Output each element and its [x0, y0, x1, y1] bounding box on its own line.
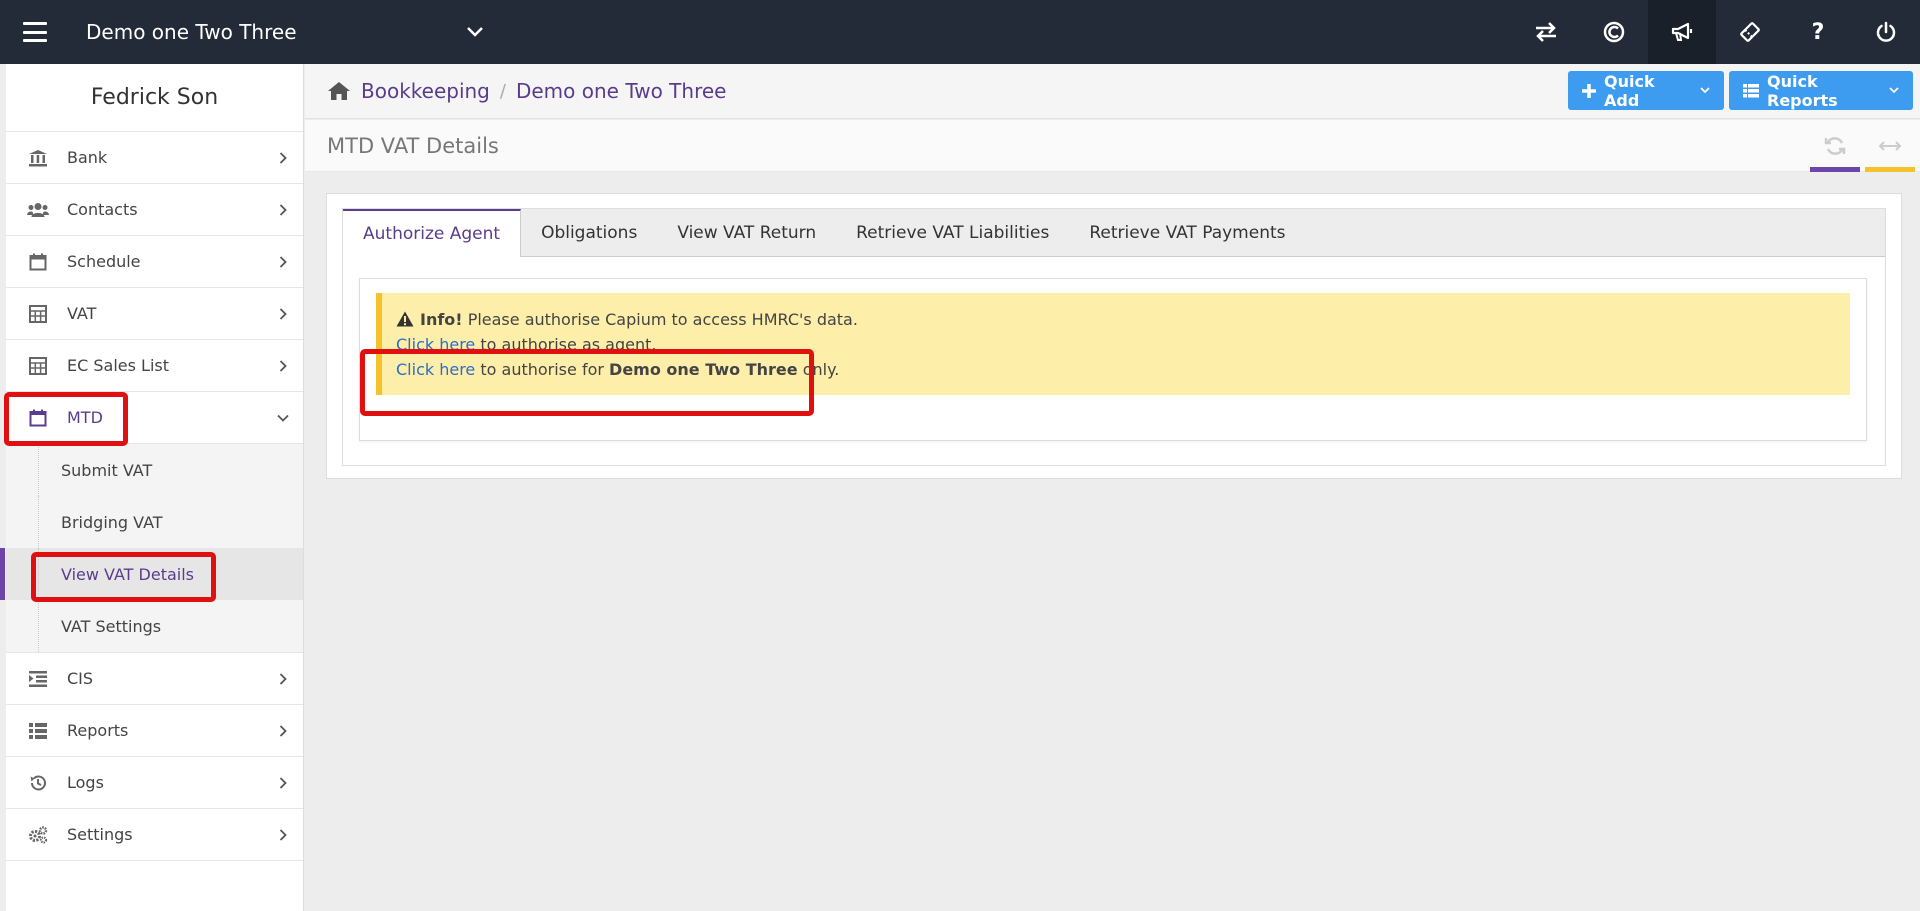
- page-header: MTD VAT Details: [305, 120, 1920, 172]
- quick-add-label: Quick Add: [1604, 71, 1655, 110]
- sidebar-item-schedule[interactable]: Schedule: [6, 236, 303, 288]
- ticket-icon[interactable]: [1716, 0, 1784, 64]
- sidebar: Fedrick Son Bank Contacts Schedule VAT E…: [0, 64, 304, 911]
- info-alert: Info! Please authorise Capium to access …: [376, 293, 1850, 395]
- company-name: Demo one Two Three: [86, 20, 297, 44]
- plus-icon: [1582, 79, 1596, 103]
- sidebar-item-label: CIS: [67, 669, 94, 688]
- chevron-down-icon: [1889, 87, 1899, 94]
- breadcrumb: Bookkeeping / Demo one Two Three Quick A…: [305, 64, 1920, 119]
- chevron-down-icon: [460, 27, 490, 37]
- alert-line-2: Click here to authorise as agent.: [396, 332, 1834, 357]
- authorize-card: Info! Please authorise Capium to access …: [359, 278, 1867, 441]
- chevron-right-icon: [263, 724, 303, 737]
- sidebar-item-settings[interactable]: Settings: [6, 809, 303, 861]
- calendar-icon: [26, 408, 50, 428]
- alert-line-3-suffix: only.: [802, 360, 840, 379]
- tab-bar: Authorize Agent Obligations View VAT Ret…: [343, 209, 1885, 257]
- sidebar-item-label: MTD: [67, 408, 103, 427]
- calculator-icon: [26, 304, 50, 324]
- chevron-right-icon: [263, 307, 303, 320]
- tab-content: Info! Please authorise Capium to access …: [343, 257, 1885, 441]
- alert-message: Please authorise Capium to access HMRC's…: [467, 310, 858, 329]
- megaphone-icon[interactable]: [1648, 0, 1716, 64]
- sidebar-item-label: Bank: [67, 148, 108, 167]
- sidebar-item-label: Settings: [67, 825, 133, 844]
- sidebar-item-mtd[interactable]: MTD: [6, 392, 303, 444]
- mtd-submenu: Submit VAT Bridging VAT View VAT Details…: [0, 444, 303, 653]
- alert-company-name: Demo one Two Three: [609, 360, 798, 379]
- menu-toggle-icon[interactable]: [0, 0, 70, 64]
- sidebar-item-contacts[interactable]: Contacts: [6, 184, 303, 236]
- chevron-right-icon: [263, 203, 303, 216]
- breadcrumb-separator: /: [499, 80, 506, 102]
- tabs-container: Authorize Agent Obligations View VAT Ret…: [342, 208, 1886, 466]
- sidebar-item-ec-sales-list[interactable]: EC Sales List: [6, 340, 303, 392]
- chevron-down-icon: [263, 414, 303, 422]
- tab-retrieve-vat-liabilities[interactable]: Retrieve VAT Liabilities: [836, 209, 1069, 256]
- authorise-as-agent-link[interactable]: Click here: [396, 335, 475, 354]
- alert-line-2-text: to authorise as agent.: [480, 335, 657, 354]
- indent-icon: [26, 669, 50, 689]
- transfer-icon[interactable]: [1512, 0, 1580, 64]
- chevron-right-icon: [263, 151, 303, 164]
- alert-heading: Info!: [420, 310, 463, 329]
- tab-view-vat-return[interactable]: View VAT Return: [657, 209, 836, 256]
- sidebar-item-vat[interactable]: VAT: [6, 288, 303, 340]
- quick-reports-label: Quick Reports: [1767, 71, 1838, 110]
- submenu-item-vat-settings[interactable]: VAT Settings: [6, 600, 303, 652]
- page-title: MTD VAT Details: [327, 133, 499, 158]
- warning-icon: [396, 311, 414, 327]
- tab-obligations[interactable]: Obligations: [521, 209, 657, 256]
- alert-line-1: Info! Please authorise Capium to access …: [396, 307, 1834, 332]
- submenu-item-view-vat-details[interactable]: View VAT Details: [0, 548, 303, 600]
- sidebar-item-label: EC Sales List: [67, 356, 170, 375]
- sidebar-item-label: Reports: [67, 721, 129, 740]
- cogs-icon: [26, 825, 50, 845]
- main-panel: Authorize Agent Obligations View VAT Ret…: [326, 193, 1902, 479]
- history-icon: [26, 773, 50, 793]
- quick-reports-button[interactable]: Quick Reports: [1729, 71, 1913, 110]
- alert-line-3: Click here to authorise for Demo one Two…: [396, 357, 1834, 382]
- users-icon: [26, 200, 50, 220]
- company-selector[interactable]: Demo one Two Three: [70, 0, 490, 64]
- expand-icon[interactable]: [1865, 126, 1915, 172]
- breadcrumb-bookkeeping[interactable]: Bookkeeping: [361, 79, 490, 103]
- table-icon: [1743, 79, 1759, 103]
- sidebar-item-label: VAT: [67, 304, 97, 323]
- sidebar-item-label: Logs: [67, 773, 104, 792]
- breadcrumb-company[interactable]: Demo one Two Three: [516, 79, 727, 103]
- sidebar-item-logs[interactable]: Logs: [6, 757, 303, 809]
- sidebar-item-cis[interactable]: CIS: [6, 653, 303, 705]
- tab-authorize-agent[interactable]: Authorize Agent: [343, 209, 522, 257]
- capium-icon[interactable]: [1580, 0, 1648, 64]
- quick-add-button[interactable]: Quick Add: [1568, 71, 1724, 110]
- chevron-right-icon: [263, 828, 303, 841]
- sidebar-item-reports[interactable]: Reports: [6, 705, 303, 757]
- sidebar-item-label: Schedule: [67, 252, 141, 271]
- user-name: Fedrick Son: [6, 64, 303, 132]
- home-icon[interactable]: [327, 81, 351, 101]
- power-icon[interactable]: [1852, 0, 1920, 64]
- authorise-company-link[interactable]: Click here: [396, 360, 475, 379]
- tab-retrieve-vat-payments[interactable]: Retrieve VAT Payments: [1069, 209, 1305, 256]
- sidebar-item-label: Contacts: [67, 200, 138, 219]
- bank-icon: [26, 148, 50, 168]
- chevron-right-icon: [263, 672, 303, 685]
- alert-line-3-text: to authorise for: [480, 360, 604, 379]
- help-icon[interactable]: ?: [1784, 0, 1852, 64]
- chevron-right-icon: [263, 359, 303, 372]
- sidebar-item-bank[interactable]: Bank: [6, 132, 303, 184]
- chevron-right-icon: [263, 776, 303, 789]
- submenu-item-bridging-vat[interactable]: Bridging VAT: [6, 496, 303, 548]
- top-bar: Demo one Two Three ?: [0, 0, 1920, 64]
- calendar-icon: [26, 252, 50, 272]
- chevron-down-icon: [1700, 87, 1710, 94]
- refresh-icon[interactable]: [1810, 126, 1860, 172]
- submenu-item-submit-vat[interactable]: Submit VAT: [6, 444, 303, 496]
- chevron-right-icon: [263, 255, 303, 268]
- list-icon: [26, 721, 50, 741]
- calculator-icon: [26, 356, 50, 376]
